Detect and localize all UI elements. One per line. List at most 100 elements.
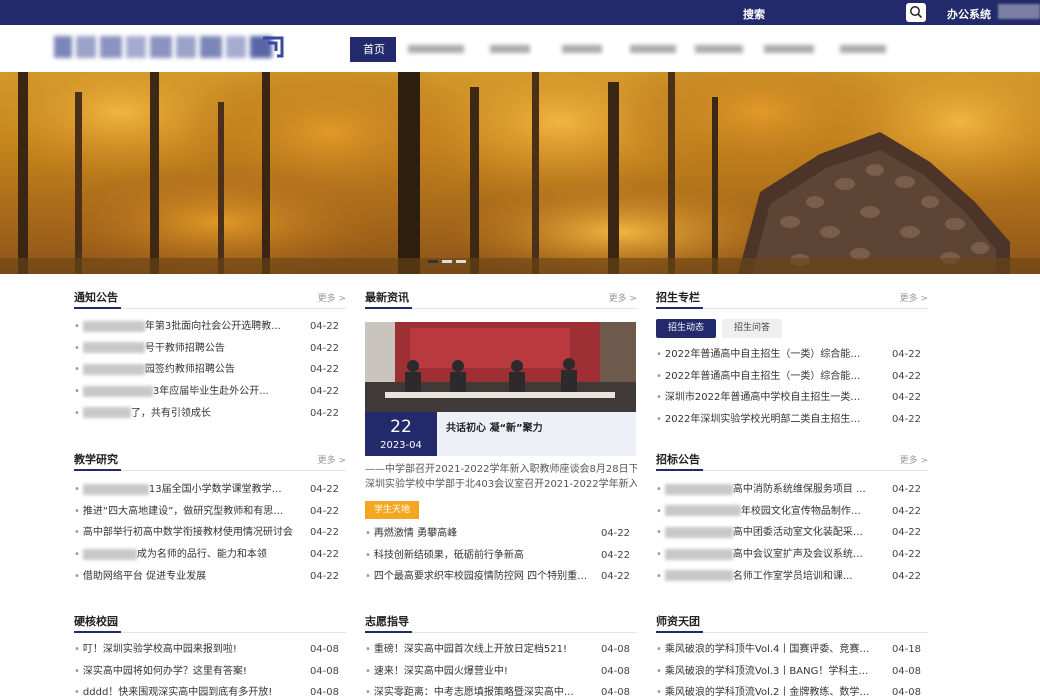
student-world-tag[interactable]: 学生天地 bbox=[365, 501, 419, 519]
list-item[interactable]: • 园签约教师招聘公告 04-22 bbox=[74, 359, 346, 381]
list-item[interactable]: • 13届全国小学数学课堂教学比... 04-22 bbox=[74, 479, 346, 501]
list-item[interactable]: • 叮！深圳实验学校高中园来报到啦! 04-08 bbox=[74, 639, 346, 661]
nav-item-2[interactable] bbox=[408, 37, 464, 62]
list-item[interactable]: • 四个最高要求织牢校园疫情防控网 四个特别重视... 04-22 bbox=[365, 566, 637, 588]
site-header: 首页 bbox=[0, 25, 1040, 72]
more-link[interactable]: 更多 > bbox=[900, 291, 928, 304]
featured-summary[interactable]: ——中学部召开2021-2022学年新入职教师座谈会8月28日下午, 深圳实验学… bbox=[365, 462, 637, 492]
list-item[interactable]: • 科技创新结硕果，砥砺前行争新高 04-22 bbox=[365, 545, 637, 567]
title-underline bbox=[74, 469, 121, 471]
admission-list: • 2022年普通高中自主招生（一类）综合能力考... 04-22 • 2022年普通… bbox=[656, 344, 928, 431]
list-item[interactable]: • 乘风破浪的学科顶流Vol.2丨金牌教练、数学名... 04-08 bbox=[656, 682, 928, 700]
list-item[interactable]: • 再燃激情 勇攀高峰 04-22 bbox=[365, 523, 637, 545]
section-title: 通知公告 bbox=[74, 291, 118, 304]
list-item[interactable]: • 了，共有引领成长 04-22 bbox=[74, 403, 346, 425]
nav-item-3[interactable] bbox=[490, 37, 530, 62]
featured-news-photo bbox=[365, 322, 636, 412]
nav-item-4[interactable] bbox=[562, 37, 602, 62]
logo-mark-icon bbox=[263, 36, 284, 58]
list-item[interactable]: • 2022年深圳实验学校光明部二类自主招生专项... 04-22 bbox=[656, 409, 928, 431]
user-info[interactable] bbox=[998, 4, 1040, 19]
latest-news-list: • 再燃激情 勇攀高峰 04-22 • 科技创新结硕果，砥砺前行争新高 04-22 • 四… bbox=[365, 523, 637, 588]
section-title: 硬核校园 bbox=[74, 615, 118, 628]
section-header: 志愿指导 bbox=[365, 612, 637, 633]
hero-banner[interactable] bbox=[0, 72, 1040, 274]
news-list: • 年第3批面向社会公开选聘教... 04-22 • 号干教师招聘公告 04-22 • 园… bbox=[74, 316, 346, 424]
section-header: 教学研究 更多 > bbox=[74, 450, 346, 471]
list-item[interactable]: • 借助网络平台 促进专业发展 04-22 bbox=[74, 566, 346, 588]
nav-item-5[interactable] bbox=[630, 37, 676, 62]
section-header: 最新资讯 更多 > bbox=[365, 288, 637, 309]
list-item[interactable]: • 深实零距离：中考志愿填报策略暨深实高中园招... 04-08 bbox=[365, 682, 637, 700]
list-item[interactable]: • 速来！深实高中园火爆营业中! 04-08 bbox=[365, 661, 637, 683]
list-item[interactable]: • dddd！快来围观深实高中园到底有多开放! 04-08 bbox=[74, 682, 346, 700]
title-underline bbox=[656, 469, 703, 471]
notice-section: 通知公告 更多 > • 年第3批面向社会公开选聘教... 04-22 • 号干教师招聘… bbox=[74, 288, 346, 424]
list-item[interactable]: • 高中消防系统维保服务项目 ... 04-22 bbox=[656, 479, 928, 501]
nav-item-home[interactable]: 首页 bbox=[350, 37, 396, 62]
school-logo[interactable] bbox=[46, 34, 288, 60]
teaching-research-section: 教学研究 更多 > • 13届全国小学数学课堂教学比... 04-22 • 推进“四大… bbox=[74, 450, 346, 587]
list-item[interactable]: • 重磅！深实高中园首次线上开放日定档521! 04-08 bbox=[365, 639, 637, 661]
section-title: 招标公告 bbox=[656, 453, 700, 466]
volunteer-list: • 重磅！深实高中园首次线上开放日定档521! 04-08 • 速来！深实高中园火爆营… bbox=[365, 639, 637, 700]
admission-tabs: 招生动态 招生问答 bbox=[656, 319, 928, 338]
list-item[interactable]: • 深实高中园将如何办学？这里有答案! 04-08 bbox=[74, 661, 346, 683]
list-item[interactable]: • 成为名师的品行、能力和本领 04-22 bbox=[74, 544, 346, 566]
carousel-dot-3[interactable] bbox=[456, 260, 466, 263]
list-item[interactable]: • 高中部举行初高中数学衔接教材使用情况研讨会 04-22 bbox=[74, 522, 346, 544]
section-header: 师资天团 bbox=[656, 612, 928, 633]
list-item[interactable]: • 3年应届毕业生赴外公开... 04-22 bbox=[74, 381, 346, 403]
volunteer-guide-section: 志愿指导 • 重磅！深实高中园首次线上开放日定档521! 04-08 • 速来！深实高… bbox=[365, 612, 637, 700]
carousel-dot-2[interactable] bbox=[442, 260, 452, 263]
list-item[interactable]: • 号干教师招聘公告 04-22 bbox=[74, 338, 346, 360]
meeting-photo-image bbox=[365, 322, 636, 412]
featured-title: 共话初心 凝“新”聚力 bbox=[446, 423, 543, 434]
nav-item-8[interactable] bbox=[840, 37, 886, 62]
tab-admission-news[interactable]: 招生动态 bbox=[656, 319, 717, 338]
autumn-forest-image bbox=[0, 72, 1040, 274]
list-item[interactable]: • 高中团委活动室文化装配采购... 04-22 bbox=[656, 522, 928, 544]
nav-item-6[interactable] bbox=[695, 37, 743, 62]
title-underline bbox=[74, 307, 121, 309]
more-link[interactable]: 更多 > bbox=[318, 453, 346, 466]
more-link[interactable]: 更多 > bbox=[900, 453, 928, 466]
office-system-link[interactable]: 办公系统 bbox=[947, 6, 991, 22]
list-item[interactable]: • 2022年普通高中自主招生（一类）综合能力考... 04-22 bbox=[656, 344, 928, 366]
section-header: 硬核校园 bbox=[74, 612, 346, 633]
list-item[interactable]: • 乘风破浪的学科顶流Vol.3丨BANG！学科主任... 04-08 bbox=[656, 661, 928, 683]
section-title: 招生专栏 bbox=[656, 291, 700, 304]
carousel-dot-1[interactable] bbox=[428, 260, 438, 263]
section-title: 最新资讯 bbox=[365, 291, 409, 304]
title-underline bbox=[365, 307, 412, 309]
section-title: 师资天团 bbox=[656, 615, 700, 628]
list-item[interactable]: • 深圳市2022年普通高中学校自主招生一类考生... 04-22 bbox=[656, 387, 928, 409]
search-button[interactable] bbox=[906, 3, 926, 22]
section-header: 通知公告 更多 > bbox=[74, 288, 346, 309]
featured-date-box: 22 2023-04 bbox=[365, 412, 437, 456]
list-item[interactable]: • 名师工作室学员培训和课... 04-22 bbox=[656, 566, 928, 588]
featured-news-card[interactable]: 22 2023-04 共话初心 凝“新”聚力 bbox=[365, 322, 636, 456]
title-underline bbox=[365, 631, 412, 633]
latest-news-section: 最新资讯 更多 > bbox=[365, 288, 637, 309]
list-item[interactable]: • 高中会议室扩声及会议系统采... 04-22 bbox=[656, 544, 928, 566]
section-header: 招标公告 更多 > bbox=[656, 450, 928, 471]
more-link[interactable]: 更多 > bbox=[318, 291, 346, 304]
more-link[interactable]: 更多 > bbox=[609, 291, 637, 304]
admission-section: 招生专栏 更多 > 招生动态 招生问答 • 2022年普通高中自主招生（一类）综合… bbox=[656, 288, 928, 431]
bidding-list: • 高中消防系统维保服务项目 ... 04-22 • 年校园文化宣传物品制作服... 0… bbox=[656, 479, 928, 587]
list-item[interactable]: • 乘风破浪的学科顶牛Vol.4丨国赛评委、竞赛教... 04-18 bbox=[656, 639, 928, 661]
top-bar: 搜索 办公系统 bbox=[0, 0, 1040, 25]
list-item[interactable]: • 2022年普通高中自主招生（一类）综合能力考... 04-22 bbox=[656, 366, 928, 388]
search-link[interactable]: 搜索 bbox=[743, 6, 765, 22]
featured-day: 22 bbox=[390, 417, 412, 437]
list-item[interactable]: • 年第3批面向社会公开选聘教... 04-22 bbox=[74, 316, 346, 338]
section-header: 招生专栏 更多 > bbox=[656, 288, 928, 309]
nav-item-7[interactable] bbox=[764, 37, 814, 62]
campus-section: 硬核校园 • 叮！深圳实验学校高中园来报到啦! 04-08 • 深实高中园将如何办学？… bbox=[74, 612, 346, 700]
teachers-list: • 乘风破浪的学科顶牛Vol.4丨国赛评委、竞赛教... 04-18 • 乘风破浪的学… bbox=[656, 639, 928, 700]
list-item[interactable]: • 推进“四大高地建设”，做研究型教师和有思想... 04-22 bbox=[74, 501, 346, 523]
list-item[interactable]: • 年校园文化宣传物品制作服... 04-22 bbox=[656, 501, 928, 523]
search-icon bbox=[910, 6, 923, 19]
tab-admission-qa[interactable]: 招生问答 bbox=[722, 319, 783, 338]
